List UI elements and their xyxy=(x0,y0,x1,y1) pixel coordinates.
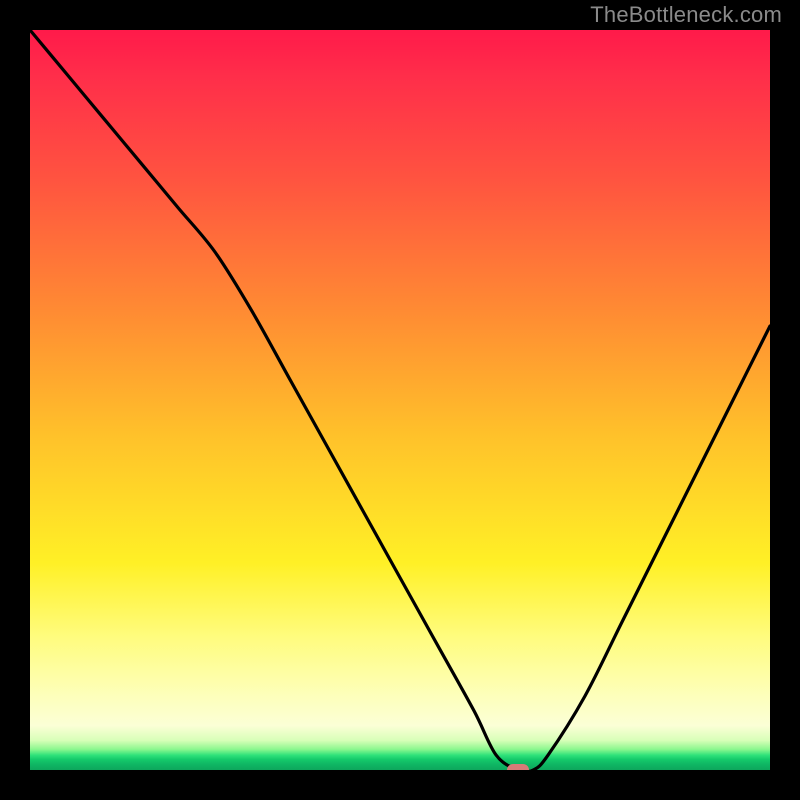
optimal-marker xyxy=(507,764,529,770)
watermark-text: TheBottleneck.com xyxy=(590,2,782,28)
plot-area xyxy=(30,30,770,770)
bottleneck-curve xyxy=(30,30,770,770)
chart-frame: TheBottleneck.com xyxy=(0,0,800,800)
